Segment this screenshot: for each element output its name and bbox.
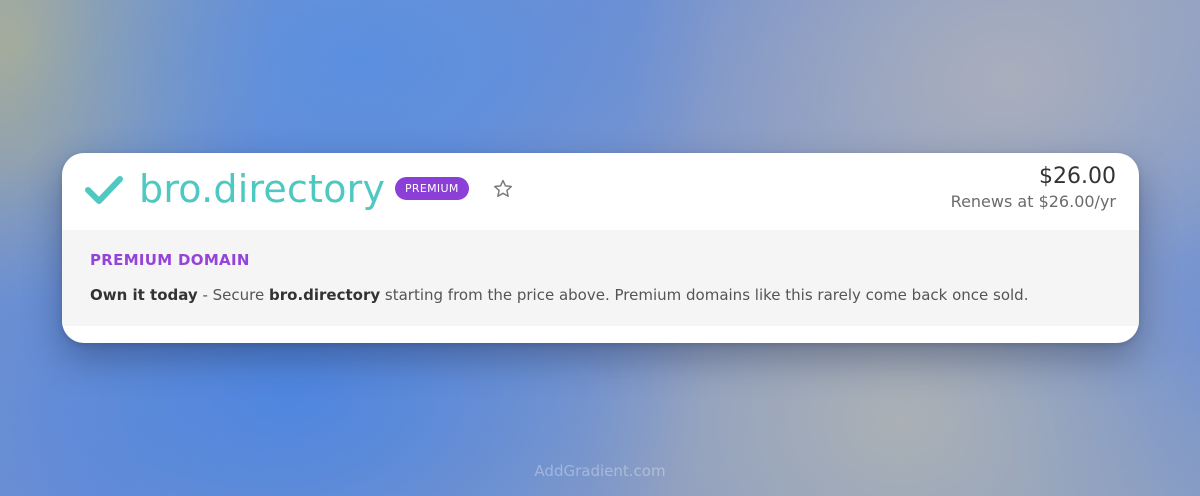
description-separator: - Secure <box>197 286 269 304</box>
price: $26.00 <box>1039 164 1116 189</box>
star-icon[interactable] <box>492 178 514 200</box>
premium-description: Own it today - Secure bro.directory star… <box>90 285 1028 305</box>
check-icon <box>85 176 123 204</box>
premium-details: PREMIUM DOMAIN Own it today - Secure bro… <box>62 230 1139 326</box>
watermark: AddGradient.com <box>534 462 666 480</box>
description-domain: bro.directory <box>269 286 381 304</box>
description-tail: starting from the price above. Premium d… <box>380 286 1029 304</box>
section-title: PREMIUM DOMAIN <box>90 251 250 269</box>
premium-badge: PREMIUM <box>395 177 469 200</box>
domain-name[interactable]: bro.directory <box>139 165 385 213</box>
description-lead: Own it today <box>90 286 198 304</box>
renewal-price: Renews at $26.00/yr <box>950 192 1116 211</box>
domain-result-card: bro.directory PREMIUM $26.00 Renews at $… <box>62 153 1139 343</box>
domain-result-header: bro.directory PREMIUM $26.00 Renews at $… <box>62 153 1139 230</box>
